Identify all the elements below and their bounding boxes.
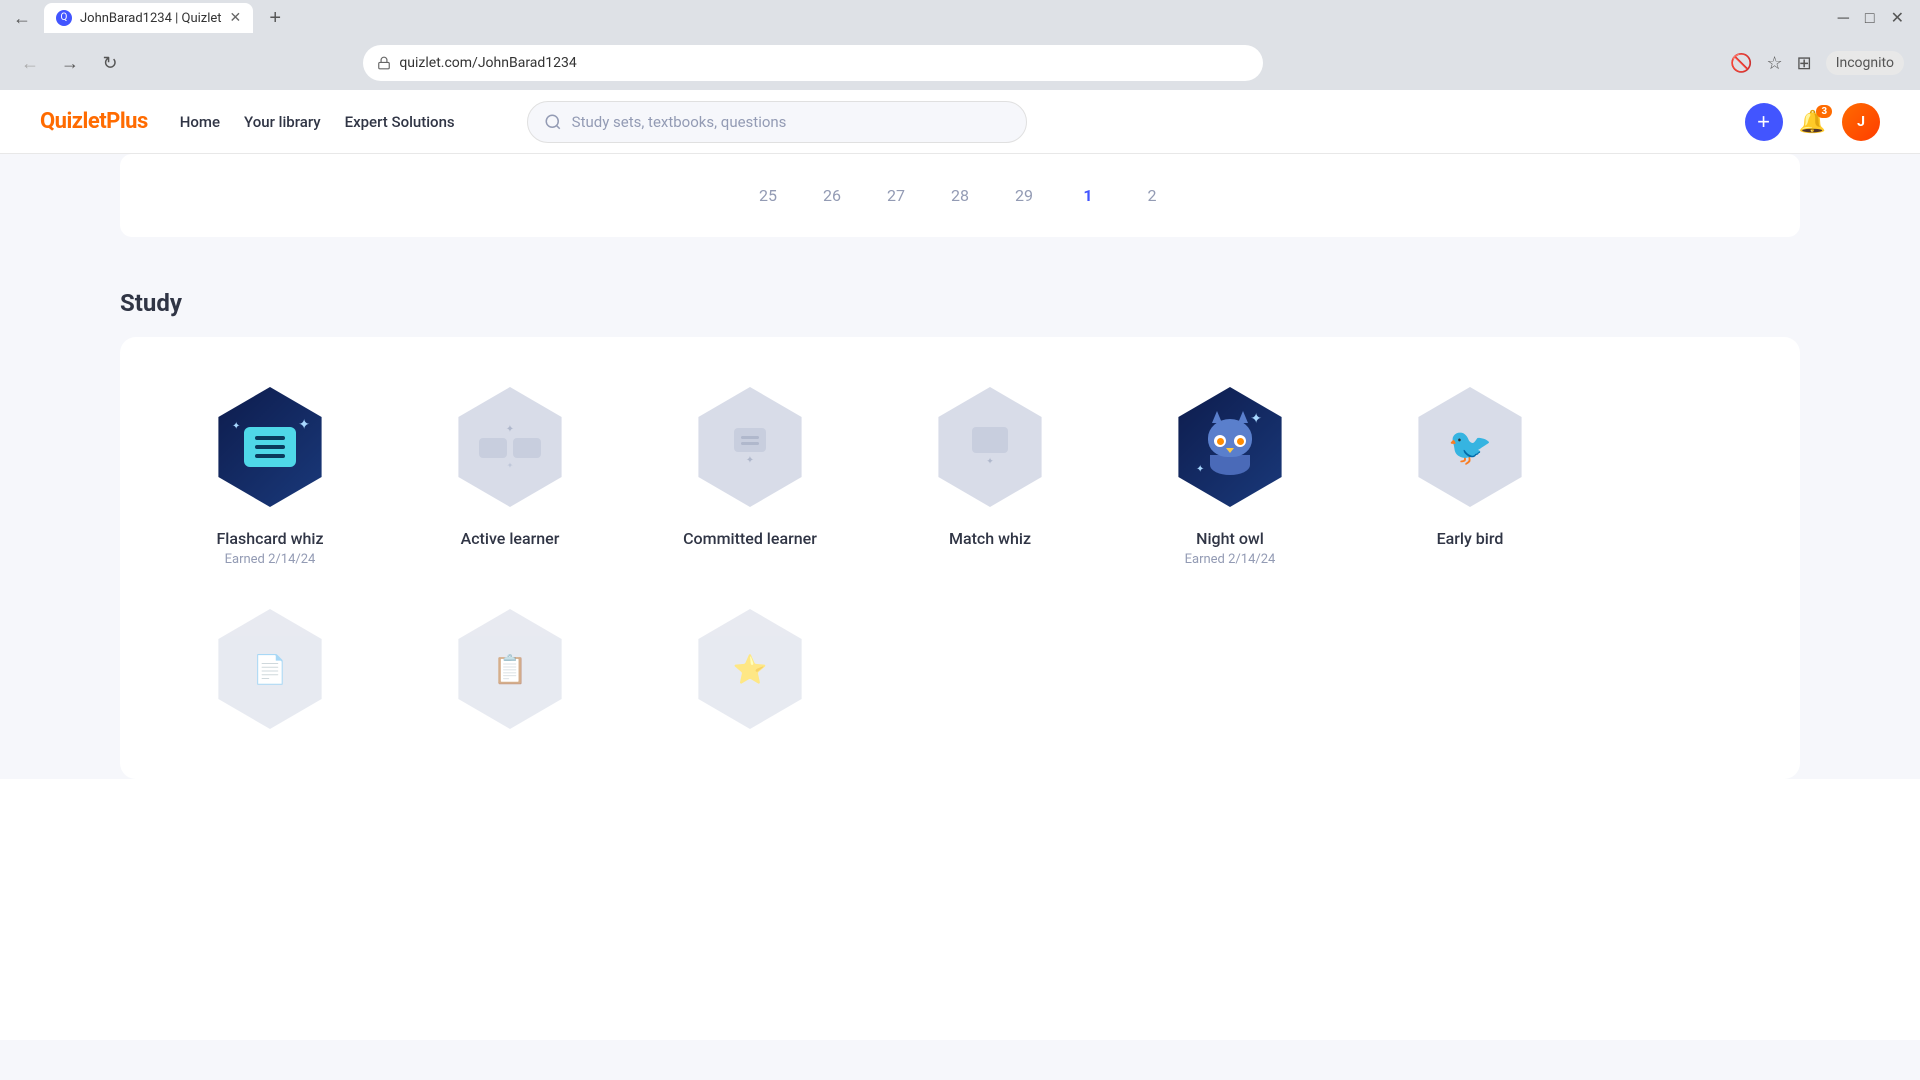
- study-section: Study: [120, 269, 1800, 779]
- badge-r2-3[interactable]: ⭐: [660, 599, 840, 739]
- badges-card: ✦ ✦ Flashcard whiz Earned 2/14/24: [120, 337, 1800, 779]
- nav-right: + 🔔 3 J: [1745, 103, 1880, 141]
- lock-icon: [377, 56, 391, 70]
- minimize-button[interactable]: ─: [1838, 8, 1849, 28]
- badge-match-whiz[interactable]: ✦ Match whiz: [900, 377, 1080, 548]
- cal-day-2[interactable]: 2: [1132, 178, 1172, 213]
- night-owl-icon: ✦ ✦: [1160, 377, 1300, 517]
- nav-links: Home Your library Expert Solutions: [180, 113, 455, 131]
- new-tab-button[interactable]: +: [261, 4, 289, 32]
- create-button[interactable]: +: [1745, 103, 1783, 141]
- logo-text: QuizletPlus: [40, 109, 148, 134]
- cal-day-1[interactable]: 1: [1068, 178, 1108, 213]
- early-bird-label: Early bird: [1437, 529, 1504, 548]
- eye-off-icon: 🚫: [1730, 53, 1752, 74]
- top-nav: QuizletPlus Home Your library Expert Sol…: [0, 90, 1920, 154]
- cal-day-29[interactable]: 29: [1004, 178, 1044, 213]
- nav-home[interactable]: Home: [180, 113, 220, 131]
- maximize-button[interactable]: □: [1865, 8, 1875, 28]
- active-learner-icon: ✦ ✦: [440, 377, 580, 517]
- window-controls: ─ □ ✕: [1838, 8, 1912, 28]
- committed-learner-label: Committed learner: [683, 529, 817, 548]
- nav-back[interactable]: ←: [16, 49, 44, 77]
- search-bar[interactable]: Study sets, textbooks, questions: [527, 101, 1027, 143]
- active-learner-label: Active learner: [461, 529, 560, 548]
- badge-active-learner[interactable]: ✦ ✦: [420, 377, 600, 548]
- close-button[interactable]: ✕: [1891, 8, 1904, 28]
- night-owl-label: Night owl: [1196, 529, 1264, 548]
- logo[interactable]: QuizletPlus: [40, 109, 148, 134]
- main-content: 25 26 27 28 29 1 2 Study: [0, 154, 1920, 779]
- user-avatar[interactable]: J: [1842, 103, 1880, 141]
- study-section-title: Study: [120, 269, 1800, 317]
- browser-right-icons: 🚫 ☆ ⊞ Incognito: [1730, 51, 1904, 75]
- committed-learner-icon: ✦: [680, 377, 820, 517]
- notifications-button[interactable]: 🔔 3: [1799, 109, 1826, 135]
- notification-badge: 3: [1816, 105, 1832, 118]
- badge-r2-3-icon: ⭐: [680, 599, 820, 739]
- cal-day-26[interactable]: 26: [812, 178, 852, 213]
- nav-your-library[interactable]: Your library: [244, 113, 321, 131]
- match-whiz-label: Match whiz: [949, 529, 1031, 548]
- search-icon: [544, 113, 562, 131]
- match-whiz-icon: ✦: [920, 377, 1060, 517]
- search-placeholder: Study sets, textbooks, questions: [572, 113, 787, 131]
- badge-early-bird[interactable]: 🐦 Early bird: [1380, 377, 1560, 548]
- tab-title: JohnBarad1234 | Quizlet: [80, 11, 222, 26]
- night-owl-earned: Earned 2/14/24: [1185, 552, 1276, 567]
- tab-close-button[interactable]: ✕: [230, 10, 242, 26]
- badges-row-1: ✦ ✦ Flashcard whiz Earned 2/14/24: [180, 377, 1740, 567]
- back-button[interactable]: ←: [8, 4, 36, 32]
- nav-forward[interactable]: →: [56, 49, 84, 77]
- cal-day-25[interactable]: 25: [748, 178, 788, 213]
- cal-day-28[interactable]: 28: [940, 178, 980, 213]
- calendar-strip: 25 26 27 28 29 1 2: [120, 154, 1800, 237]
- extension-icon[interactable]: ⊞: [1797, 53, 1812, 74]
- url-text: quizlet.com/JohnBarad1234: [399, 55, 576, 71]
- badge-r2-1-icon: 📄: [200, 599, 340, 739]
- profile-icon[interactable]: Incognito: [1826, 51, 1904, 75]
- bookmark-icon[interactable]: ☆: [1766, 53, 1782, 74]
- calendar-days: 25 26 27 28 29 1 2: [160, 178, 1760, 213]
- nav-expert-solutions[interactable]: Expert Solutions: [345, 113, 455, 131]
- flashcard-whiz-icon: ✦ ✦: [200, 377, 340, 517]
- early-bird-icon: 🐦: [1400, 377, 1540, 517]
- flashcard-whiz-earned: Earned 2/14/24: [225, 552, 316, 567]
- badge-committed-learner[interactable]: ✦ Committed learner: [660, 377, 840, 548]
- badge-r2-2[interactable]: 📋: [420, 599, 600, 739]
- nav-refresh[interactable]: ↻: [96, 49, 124, 77]
- badge-night-owl[interactable]: ✦ ✦ Night owl Earned 2/14/24: [1140, 377, 1320, 567]
- tab-favicon: Q: [56, 10, 72, 26]
- badge-r2-2-icon: 📋: [440, 599, 580, 739]
- address-bar[interactable]: quizlet.com/JohnBarad1234: [363, 45, 1263, 81]
- browser-tab[interactable]: Q JohnBarad1234 | Quizlet ✕: [44, 3, 253, 33]
- cal-day-27[interactable]: 27: [876, 178, 916, 213]
- badge-r2-1[interactable]: 📄: [180, 599, 360, 739]
- badge-flashcard-whiz[interactable]: ✦ ✦ Flashcard whiz Earned 2/14/24: [180, 377, 360, 567]
- flashcard-whiz-label: Flashcard whiz: [216, 529, 323, 548]
- badges-row-2: 📄 📋: [180, 599, 1740, 739]
